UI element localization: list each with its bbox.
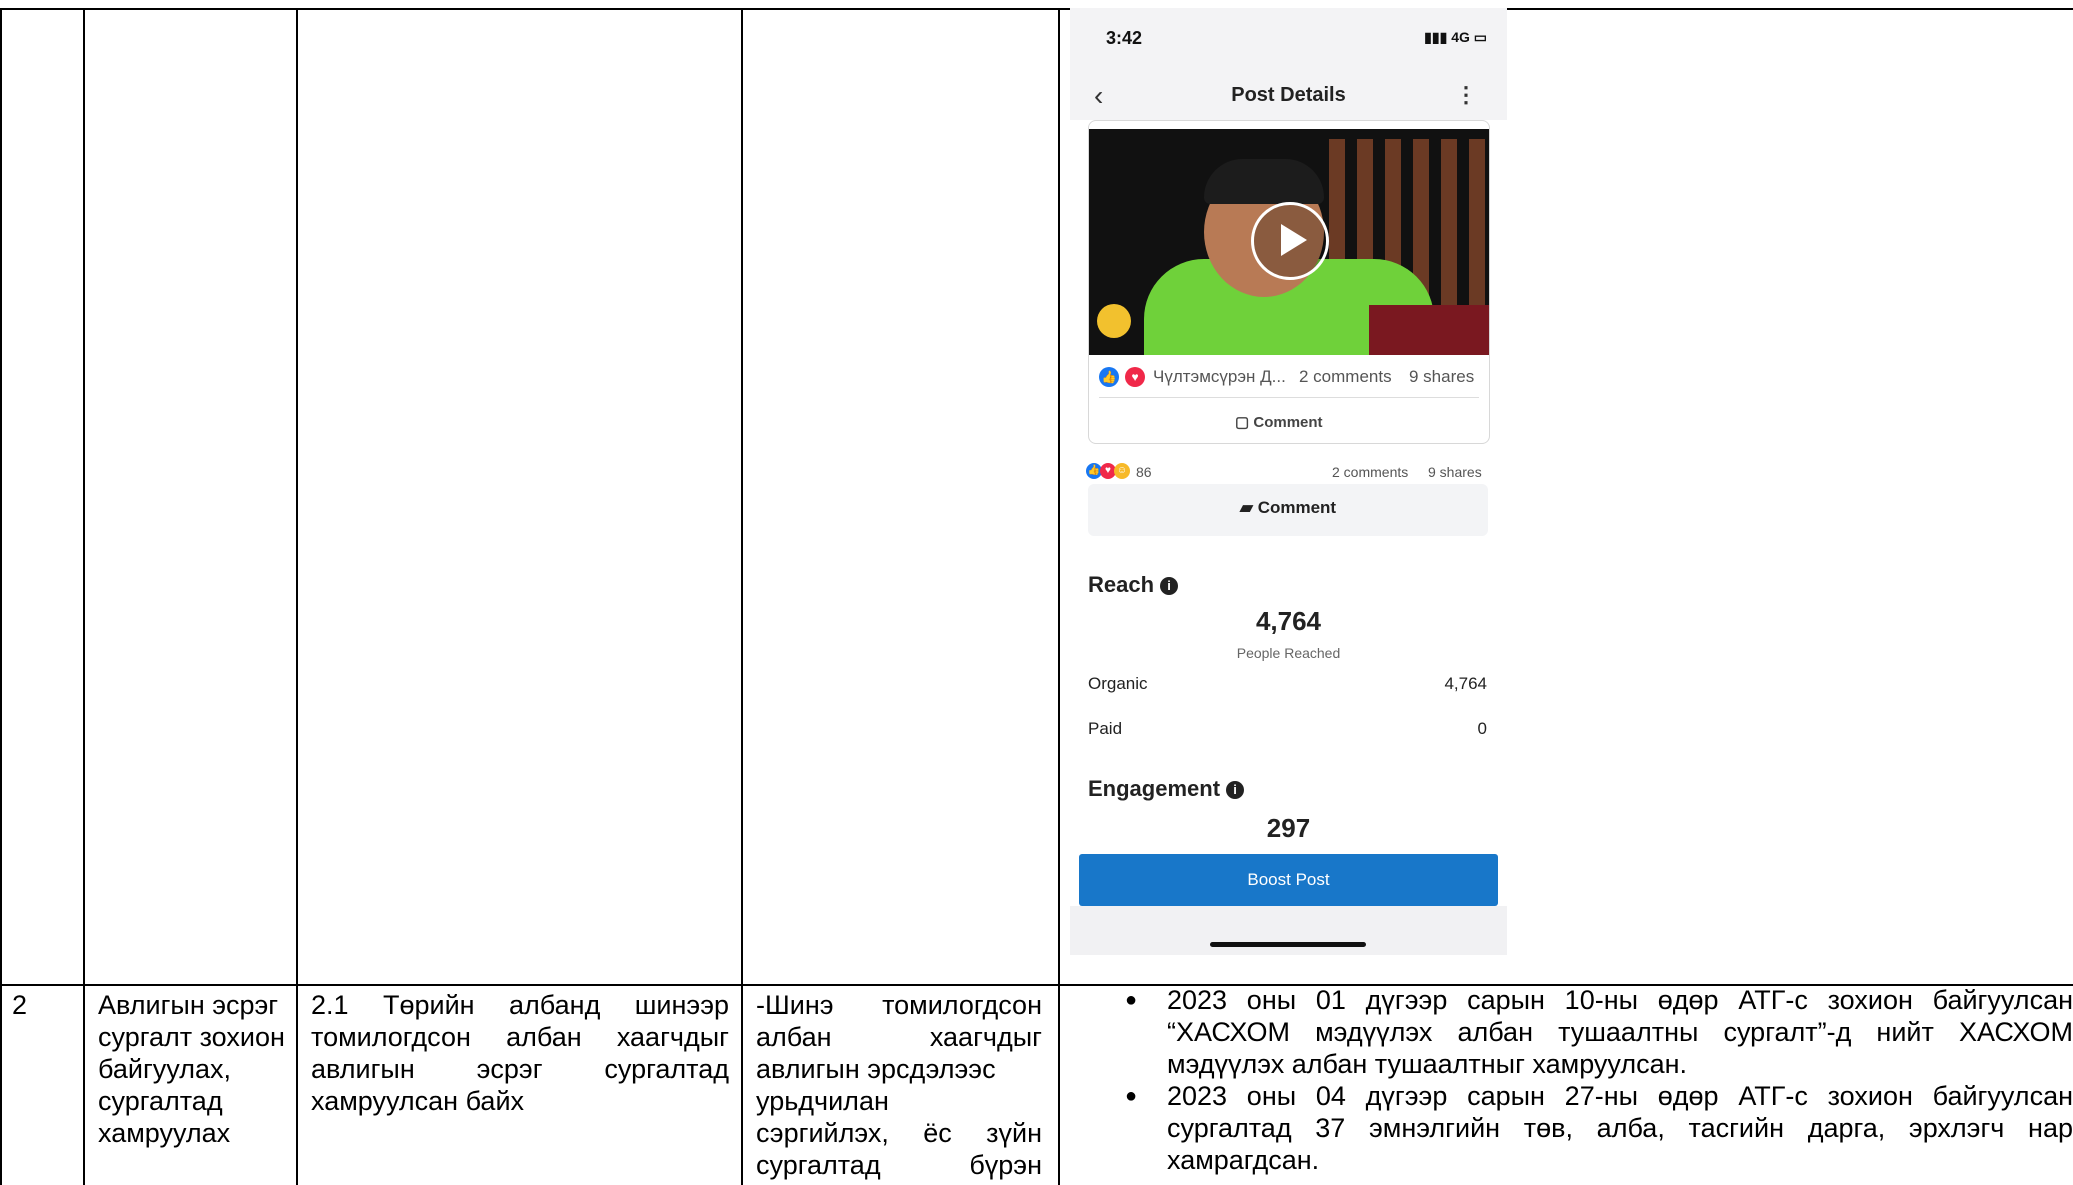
shared-post-author: Чүлтэмсүрэн Д... xyxy=(1153,367,1286,386)
reach-subtitle: People Reached xyxy=(1236,645,1341,661)
post-comments-count: 2 comments xyxy=(1332,464,1409,480)
row-number: 2 xyxy=(12,990,28,1020)
info-icon[interactable]: i xyxy=(1160,577,1179,595)
comment-outline-icon: ▢ xyxy=(1235,414,1250,431)
paid-value: 0 xyxy=(1477,719,1487,738)
shared-post-comment-button[interactable]: ▢ Comment xyxy=(1235,413,1323,431)
organic-label: Organic xyxy=(1088,674,1148,693)
col-border-3 xyxy=(296,8,298,1185)
col-border-2 xyxy=(83,8,85,1185)
indicator-text: 2.1 Төрийн албанд шинээр томилогдсон алб… xyxy=(311,990,729,1116)
shared-post-comments: 2 comments xyxy=(1299,367,1392,386)
comment-filled-icon: ▰ xyxy=(1239,498,1253,517)
shared-post-card: 👍 ♥ Чүлтэмсүрэн Д... 2 comments 9 shares… xyxy=(1088,120,1490,444)
comment-button[interactable]: ▰ Comment xyxy=(1088,484,1488,536)
col-border-4 xyxy=(741,8,743,1185)
expected-line: -Шинэ томилогдсон xyxy=(756,990,1042,1020)
post-details-screenshot: 3:42 ▮▮▮ 4G ▭ ‹ Post Details ⋮ 👍 ♥ Чүлтэ… xyxy=(1070,8,1507,955)
paid-label: Paid xyxy=(1088,719,1123,738)
progress-item: 2023 оны 01 дүгээр сарын 10-ны өдөр АТГ-… xyxy=(1125,984,2073,1080)
expected-line: сургалтад бүрэн xyxy=(756,1150,1042,1180)
progress-list: 2023 оны 01 дүгээр сарын 10-ны өдөр АТГ-… xyxy=(1125,984,2073,1176)
organic-value: 4,764 xyxy=(1444,674,1487,693)
status-bar: 3:42 ▮▮▮ 4G ▭ ‹ Post Details ⋮ xyxy=(1070,8,1507,120)
reaction-count: 86 xyxy=(1136,464,1152,480)
expected-result: -Шинэ томилогдсон албан хаагчдыг авлигын… xyxy=(756,989,1042,1181)
info-icon[interactable]: i xyxy=(1226,781,1245,799)
home-bar xyxy=(1070,906,1507,955)
signal-battery-icon: ▮▮▮ 4G ▭ xyxy=(1424,29,1487,45)
reach-value: 4,764 xyxy=(1255,606,1322,636)
home-indicator xyxy=(1210,942,1366,947)
expected-line: урьдчилан xyxy=(756,1086,889,1116)
shared-post-shares: 9 shares xyxy=(1409,367,1475,386)
expected-line: сэргийлэх, ёс зүйн xyxy=(756,1118,1042,1148)
col-border-1 xyxy=(0,8,2,1185)
play-icon[interactable] xyxy=(1251,202,1329,280)
engagement-value: 297 xyxy=(1266,813,1311,843)
network-label: 4G xyxy=(1451,29,1470,45)
post-shares-count: 9 shares xyxy=(1428,464,1482,480)
col-border-5 xyxy=(1058,8,1060,1185)
love-reaction-icon: ♥ xyxy=(1125,367,1145,387)
table-top-border xyxy=(1507,8,2073,10)
wow-reaction-icon: ☺ xyxy=(1114,463,1130,479)
reach-title: Reach i xyxy=(1088,572,1179,598)
progress-item: 2023 оны 04 дүгээр сарын 27-ны өдөр АТГ-… xyxy=(1125,1080,2073,1176)
more-options-icon[interactable]: ⋮ xyxy=(1455,82,1477,108)
status-time: 3:42 xyxy=(1106,28,1143,48)
expected-line: авлигын эрсдэлээс xyxy=(756,1054,996,1084)
table-top-border-left xyxy=(0,8,1070,10)
boost-post-button[interactable]: Boost Post xyxy=(1079,854,1498,906)
video-thumbnail[interactable] xyxy=(1089,129,1489,355)
sticker-logo xyxy=(1097,304,1131,338)
activity-text: Авлигын эсрэг сургалт зохион байгуулах, … xyxy=(98,990,285,1148)
expected-line: албан хаагчдыг xyxy=(756,1022,1042,1052)
like-reaction-icon: 👍 xyxy=(1099,367,1119,387)
engagement-title: Engagement i xyxy=(1088,776,1245,802)
page-title: Post Details xyxy=(1231,84,1346,106)
